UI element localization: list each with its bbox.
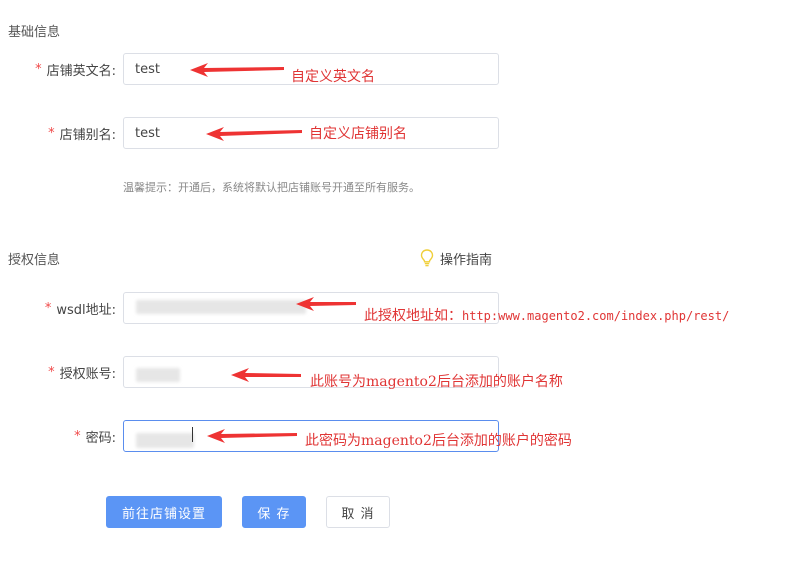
- store-en-name-label-text: 店铺英文名:: [46, 63, 116, 79]
- password-label: * 密码:: [74, 420, 116, 452]
- store-en-name-annotation: 自定义英文名: [291, 69, 375, 85]
- red-arrow-icon: [190, 63, 284, 77]
- redacted-value: [136, 433, 194, 448]
- cancel-button[interactable]: 取 消: [326, 496, 390, 528]
- save-button[interactable]: 保 存: [242, 496, 306, 528]
- password-annotation: 此密码为magento2后台添加的账户的密码: [305, 433, 572, 449]
- wsdl-label-text: wsdl地址:: [56, 302, 116, 318]
- account-label: * 授权账号:: [48, 356, 116, 388]
- auth-info-title: 授权信息: [8, 253, 61, 268]
- operation-guide-label: 操作指南: [440, 252, 493, 268]
- operation-guide-link[interactable]: 操作指南: [420, 248, 492, 268]
- required-star: *: [74, 428, 81, 444]
- redacted-value: [136, 300, 306, 314]
- password-label-text: 密码:: [85, 430, 116, 446]
- red-arrow-icon: [207, 429, 297, 443]
- required-star: *: [48, 364, 55, 380]
- store-alias-label: * 店铺别名:: [48, 117, 116, 149]
- wsdl-annotation-prefix: 此授权地址如：: [364, 308, 462, 324]
- wsdl-annotation: 此授权地址如：http:www.magento2.com/index.php/r…: [364, 305, 729, 325]
- goto-store-settings-button[interactable]: 前往店铺设置: [106, 496, 222, 528]
- required-star: *: [35, 61, 42, 77]
- store-alias-label-text: 店铺别名:: [59, 127, 116, 143]
- red-arrow-icon: [231, 368, 301, 382]
- basic-info-title: 基础信息: [8, 25, 61, 40]
- red-arrow-icon: [206, 127, 302, 141]
- red-arrow-icon: [296, 297, 356, 311]
- store-alias-annotation: 自定义店铺别名: [309, 126, 407, 142]
- store-auth-form: 基础信息 * 店铺英文名: 自定义英文名 * 店铺别名: 自定义店铺别名 温馨提…: [0, 0, 804, 578]
- wsdl-annotation-url: http:www.magento2.com/index.php/rest/: [462, 309, 730, 323]
- open-hint-text: 温馨提示：开通后，系统将默认把店铺账号开通至所有服务。: [123, 181, 420, 194]
- account-annotation: 此账号为magento2后台添加的账户名称: [310, 374, 563, 390]
- text-caret: [192, 427, 193, 442]
- redacted-value: [136, 368, 180, 382]
- required-star: *: [44, 300, 52, 316]
- account-label-text: 授权账号:: [59, 366, 116, 382]
- lightbulb-icon: [420, 249, 434, 267]
- required-star: *: [48, 125, 55, 141]
- wsdl-label: * wsdl地址:: [45, 292, 116, 324]
- store-en-name-label: * 店铺英文名:: [35, 53, 116, 85]
